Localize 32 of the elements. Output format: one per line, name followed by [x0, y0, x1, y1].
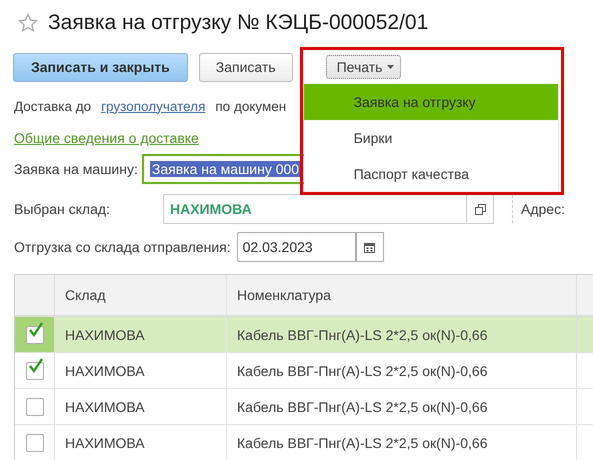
shipment-date-label: Отгрузка со склада отправления:	[14, 239, 231, 255]
date-field[interactable]: 02.03.2023	[236, 232, 356, 262]
print-button[interactable]: Печать	[326, 55, 402, 79]
checkbox[interactable]	[26, 398, 44, 416]
save-close-button[interactable]: Записать и закрыть	[13, 52, 188, 82]
star-icon[interactable]	[18, 13, 38, 33]
table-cell: Кабель ВВГ-Пнг(А)-LS 2*2,5 ок(N)-0,66	[237, 434, 488, 450]
calendar-icon	[364, 242, 376, 252]
window-title: Заявка на отгрузку № КЭЦБ-000052/01	[48, 11, 428, 35]
document-label: по докумен	[215, 98, 286, 114]
column-header[interactable]: Склад	[55, 275, 227, 315]
table-cell: Кабель ВВГ-Пнг(А)-LS 2*2,5 ок(N)-0,66	[237, 398, 488, 414]
open-icon	[474, 204, 486, 214]
table-cell: НАХИМОВА	[65, 434, 145, 450]
truck-request-label: Заявка на машину:	[14, 161, 138, 177]
open-button[interactable]	[466, 194, 494, 224]
warehouse-label: Выбран склад:	[14, 201, 111, 217]
table-cell: НАХИМОВА	[65, 398, 145, 414]
table-cell: НАХИМОВА	[65, 326, 145, 342]
address-label: Адрес:	[512, 195, 565, 223]
calendar-button[interactable]	[356, 232, 384, 262]
column-header[interactable]: Номенклатура	[227, 275, 577, 315]
table-cell: Кабель ВВГ-Пнг(А)-LS 2*2,5 ок(N)-0,66	[237, 362, 488, 378]
table-cell: НАХИМОВА	[65, 362, 145, 378]
checkbox[interactable]	[26, 434, 44, 452]
delivery-label: Доставка до	[14, 98, 92, 114]
menu-item[interactable]: Бирки	[304, 120, 558, 156]
caret-icon	[387, 65, 394, 69]
save-button[interactable]: Записать	[198, 52, 293, 82]
consignee-link[interactable]: грузополучателя	[101, 98, 206, 114]
table-cell: Кабель ВВГ-Пнг(А)-LS 2*2,5 ок(N)-0,66	[237, 326, 488, 342]
menu-item[interactable]: Заявка на отгрузку	[304, 84, 558, 120]
